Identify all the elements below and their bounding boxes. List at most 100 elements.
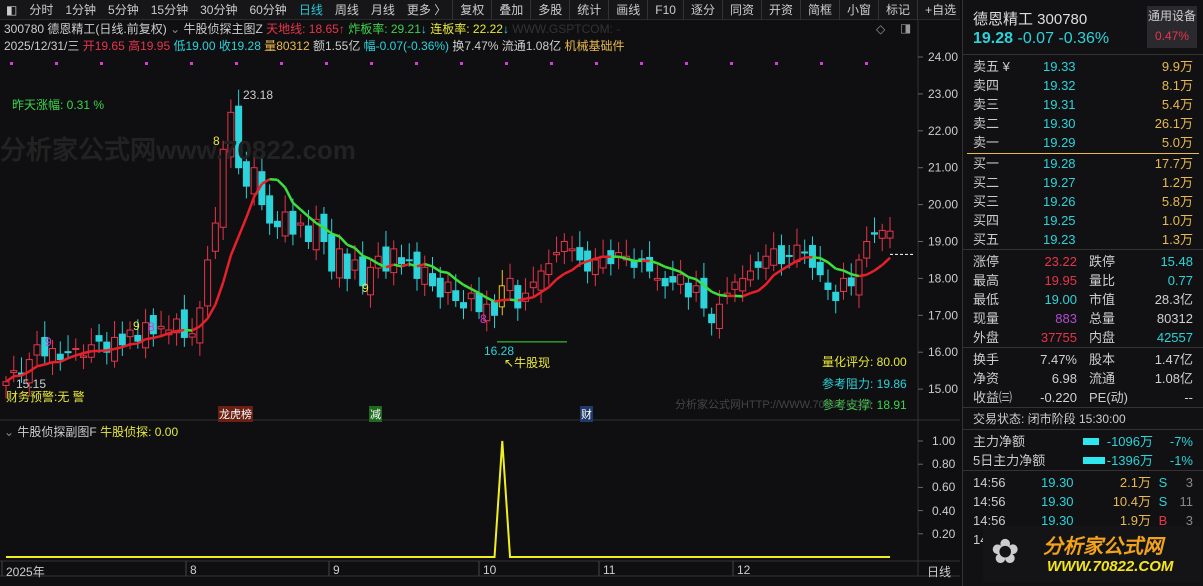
- level-label: 买三: [973, 194, 1000, 209]
- top-marker: [595, 62, 598, 65]
- trend-line-segment: [470, 287, 480, 295]
- candle-body: [452, 290, 460, 302]
- candle-body: [95, 335, 103, 342]
- event-longhu[interactable]: 龙虎榜: [218, 406, 253, 422]
- ytick-label: 22.00: [928, 124, 958, 138]
- candle-body: [537, 270, 545, 291]
- stat-label: 现量: [973, 311, 1000, 326]
- flow-value: -1096万: [1106, 434, 1153, 449]
- trend-line-segment: [145, 336, 154, 341]
- trend-line-segment: [555, 272, 566, 281]
- trend-line-segment: [176, 328, 185, 333]
- candle-body: [870, 232, 878, 235]
- stat-label: 换手: [973, 352, 1000, 367]
- candle-body: [134, 334, 142, 342]
- stat-row: 最低 19.00 市值 28.3亿: [963, 290, 1203, 309]
- tick-side: S: [1158, 475, 1168, 490]
- signal-label: 牛股现: [514, 356, 551, 370]
- trend-line-segment: [881, 256, 891, 266]
- top-marker: [460, 62, 463, 65]
- xaxis-label: 11: [603, 563, 616, 577]
- stat-label: 股本: [1089, 352, 1116, 367]
- ytick-label: 20.00: [928, 198, 958, 212]
- ytick-label: 19.00: [928, 235, 958, 249]
- stat-value: 80312: [1156, 311, 1193, 326]
- candle-body: [646, 256, 654, 272]
- tick-volume: 2.1万: [1119, 475, 1151, 490]
- stat-value: 42557: [1156, 330, 1193, 345]
- quant-score: 量化评分: 80.00: [822, 355, 907, 369]
- stat-label: 涨停: [973, 254, 1000, 269]
- trend-line-segment: [276, 178, 287, 189]
- stock-name: 德恩精工 300780: [973, 11, 1088, 28]
- trend-line-segment: [160, 332, 170, 338]
- flow-bar: [1083, 438, 1099, 445]
- ytick-label: 23.00: [928, 87, 958, 101]
- sub-indicator-line: [6, 440, 890, 558]
- order-book-row: 卖二 19.30 26.1万: [963, 114, 1203, 133]
- trend-line-segment: [547, 278, 558, 289]
- trend-line-segment: [229, 235, 240, 256]
- level-price: 19.25: [1043, 213, 1076, 228]
- stat-value: 6.98: [1051, 371, 1077, 386]
- sector-name: 通用设备: [1147, 9, 1196, 23]
- sector-badge[interactable]: 通用设备 0.47%: [1147, 6, 1197, 48]
- trend-line-segment: [129, 342, 138, 346]
- top-marker: [235, 62, 238, 65]
- trend-line-segment: [292, 201, 302, 211]
- trend-line-segment: [672, 267, 682, 274]
- order-book-row: 买二 19.27 1.2万: [963, 173, 1203, 192]
- order-book-row: 买四 19.25 1.0万: [963, 211, 1203, 230]
- candle-body: [832, 291, 840, 302]
- flow-bar: [1083, 457, 1105, 464]
- stat-row: 涨停 23.22 跌停 15.48: [963, 252, 1203, 271]
- candle-body: [428, 273, 436, 287]
- event-finance[interactable]: 财: [580, 406, 593, 422]
- sector-pct: 0.47%: [1154, 29, 1190, 43]
- order-book-row: 买三 19.26 5.8万: [963, 192, 1203, 211]
- candle-body: [529, 281, 537, 289]
- candle-body: [816, 261, 824, 276]
- order-book-row: 买五 19.23 1.3万: [963, 230, 1203, 249]
- trend-line-segment: [299, 208, 310, 218]
- top-marker: [730, 62, 733, 65]
- trend-line-segment: [346, 243, 356, 250]
- candle-body: [560, 241, 568, 252]
- sequence-count: 9: [362, 281, 369, 295]
- trend-line-segment: [424, 262, 433, 268]
- level-label: 买五: [973, 232, 1000, 247]
- trend-line-segment: [772, 269, 783, 277]
- trend-line-segment: [214, 282, 225, 306]
- event-reduce[interactable]: 减: [369, 406, 382, 422]
- trend-line-segment: [237, 217, 248, 237]
- top-marker: [865, 62, 868, 65]
- kline-chart[interactable]: 24.00 23.00 22.00 21.00 20.00 19.00 18.00 17.00…: [0, 0, 960, 586]
- tick-price: 19.30: [1041, 475, 1074, 490]
- candle-body: [297, 222, 305, 226]
- top-marker: [415, 62, 418, 65]
- sub-ytick-label: 0.60: [932, 480, 956, 495]
- stat-value: 7.47%: [1040, 352, 1077, 367]
- trend-line-segment: [563, 268, 573, 275]
- candle-body: [847, 277, 855, 287]
- last-price: 19.28: [973, 30, 1014, 47]
- order-book-row: 卖三 19.31 5.4万: [963, 95, 1203, 114]
- candle-body: [677, 274, 685, 285]
- stat-row: 净资 6.98 流通 1.08亿: [963, 369, 1203, 388]
- period-label[interactable]: 日线: [927, 563, 951, 580]
- order-book-row: 卖五 ¥ 19.33 9.9万: [963, 57, 1203, 76]
- logo-banner: ✿ 分析家公式网 WWW.70822.COM: [983, 526, 1201, 582]
- trend-line-segment: [742, 292, 751, 298]
- level-volume: 26.1万: [1154, 116, 1193, 131]
- level-label: 卖四: [973, 78, 1000, 93]
- trend-line-segment: [106, 347, 115, 352]
- quote-panel: 德恩精工 300780 19.28 -0.07 -0.36% 通用设备 0.47%…: [962, 0, 1203, 586]
- level-price: 19.30: [1043, 116, 1076, 131]
- sub-dropdown-icon[interactable]: ⌄: [4, 425, 14, 439]
- candle-body: [289, 210, 297, 235]
- stat-value: 15.48: [1160, 254, 1193, 269]
- order-book-row: 卖四 19.32 8.1万: [963, 76, 1203, 95]
- sub-indicator-name[interactable]: 牛股侦探副图F: [17, 425, 96, 439]
- price-change: -0.07: [1017, 30, 1054, 47]
- candle-body: [731, 281, 739, 290]
